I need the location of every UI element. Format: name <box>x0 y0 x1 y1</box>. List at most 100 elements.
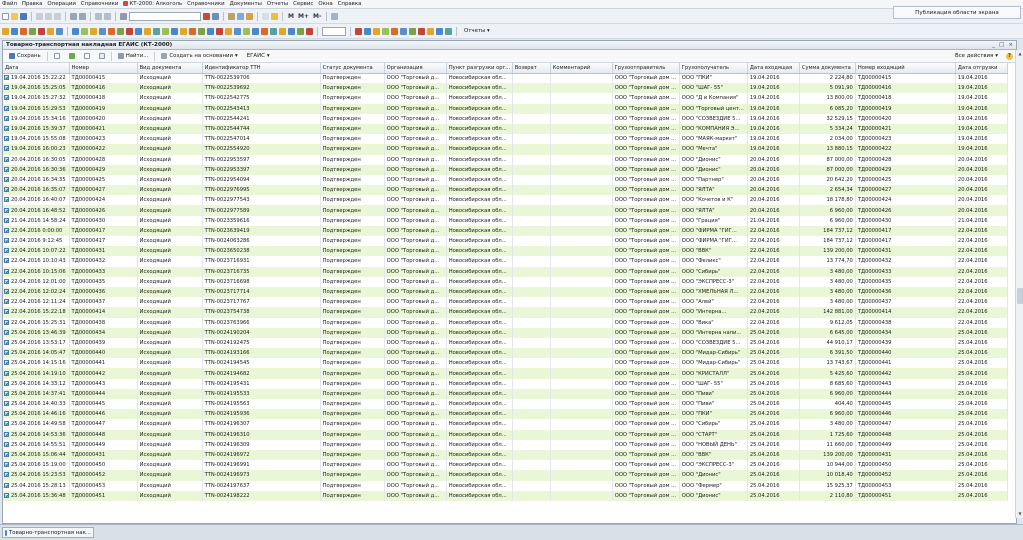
alcohol-icon[interactable] <box>355 27 362 35</box>
table-row[interactable]: 19.04.2016 15:55:08 ТД00000423 Исходящий TT… <box>3 134 1009 145</box>
list-icon[interactable] <box>400 27 407 35</box>
menu-reports[interactable]: Отчеты <box>267 1 288 7</box>
table-row[interactable]: 20.04.2016 16:30:05 ТД00000428 Исходящий TT… <box>3 154 1009 165</box>
scroll-down-icon[interactable]: ▼ <box>1017 511 1023 517</box>
table-row[interactable]: 20.04.2016 16:35:07 ТД00000427 Исходящий TT… <box>3 185 1009 196</box>
memory-plus-button[interactable]: M+ <box>298 13 309 20</box>
document-icon[interactable] <box>171 27 178 35</box>
document-icon[interactable] <box>436 27 443 35</box>
invoice-icon[interactable] <box>391 27 398 35</box>
window-title-bar[interactable]: Товарно-транспортная накладная ЕГАИС (КТ… <box>3 41 1016 50</box>
document-icon[interactable] <box>135 27 142 35</box>
table-row[interactable]: 22.04.2016 12:11:24 ТД00000437 Исходящий TT… <box>3 297 1009 308</box>
warehouse-icon[interactable] <box>29 27 36 35</box>
column-header[interactable]: Дата отгрузки <box>955 63 1009 74</box>
egais-icon[interactable] <box>418 27 425 35</box>
folder-icon[interactable] <box>427 27 434 35</box>
column-header[interactable]: Вид документа <box>137 63 203 74</box>
save-icon[interactable] <box>20 12 27 20</box>
column-header[interactable]: Грузополучатель <box>679 63 748 74</box>
table-icon[interactable] <box>243 27 250 35</box>
calendar-icon[interactable] <box>237 12 244 20</box>
undo-icon[interactable] <box>95 12 102 20</box>
table-row[interactable]: 22.04.2016 15:25:31 ТД00000438 Исходящий TT… <box>3 317 1009 328</box>
column-header[interactable]: Номер входящий <box>855 63 956 74</box>
table-row[interactable]: 20.04.2016 16:40:07 ТД00000424 Исходящий TT… <box>3 195 1009 206</box>
table-row[interactable]: 22.04.2016 12:01:00 ТД00000435 Исходящий TT… <box>3 276 1009 287</box>
receipt-icon[interactable] <box>297 27 304 35</box>
invoice-icon[interactable] <box>20 27 27 35</box>
column-header[interactable]: Организация <box>384 63 447 74</box>
menu-service[interactable]: Сервис <box>293 1 313 7</box>
table-row[interactable]: 19.04.2016 15:25:05 ТД00000416 Исходящий TT… <box>3 83 1009 94</box>
column-header[interactable]: Комментарий <box>550 63 613 74</box>
folder-icon[interactable] <box>2 27 9 35</box>
menu-windows[interactable]: Окна <box>318 1 332 7</box>
menu-kt2000[interactable]: КТ-2000: Алкоголь <box>123 1 182 7</box>
column-header[interactable]: Пункт разгрузки орг... <box>446 63 513 74</box>
help-icon[interactable]: ? <box>1006 52 1013 60</box>
table-row[interactable]: 22.04.2016 10:10:43 ТД00000432 Исходящий TT… <box>3 256 1009 267</box>
scrollbar-thumb[interactable] <box>1017 288 1023 304</box>
table-row[interactable]: 19.04.2016 15:27:32 ТД00000418 Исходящий TT… <box>3 93 1009 104</box>
folder-icon[interactable] <box>47 27 54 35</box>
document-icon[interactable] <box>288 27 295 35</box>
cut-icon[interactable] <box>36 12 43 20</box>
vertical-scrollbar[interactable]: ▲ ▼ <box>1015 50 1023 518</box>
reports-menu[interactable]: Отчеты ▾ <box>464 28 490 34</box>
document-icon[interactable] <box>252 27 259 35</box>
save-button[interactable]: Сохрань <box>6 52 44 61</box>
receipt-icon[interactable] <box>117 27 124 35</box>
delete-button[interactable] <box>81 52 93 61</box>
table-row[interactable]: 25.04.2016 15:23:53 ТД00000452 Исходящий TT… <box>3 470 1009 481</box>
all-actions-button[interactable]: Все действия ▾ <box>952 52 1001 61</box>
return-icon[interactable] <box>306 27 313 35</box>
warehouse-icon[interactable] <box>409 27 416 35</box>
open-icon[interactable] <box>11 12 18 20</box>
search-icon[interactable] <box>120 12 127 20</box>
lightbulb-icon[interactable] <box>271 12 278 20</box>
text-icon[interactable] <box>262 12 269 20</box>
table-icon[interactable] <box>382 27 389 35</box>
table-row[interactable]: 19.04.2016 15:29:53 ТД00000419 Исходящий TT… <box>3 103 1009 114</box>
column-header[interactable]: Грузоотправитель <box>612 63 680 74</box>
redo-icon[interactable] <box>104 12 111 20</box>
table-row[interactable]: 22.04.2016 10:07:22 ТД00000431 Исходящий TT… <box>3 246 1009 257</box>
report-icon[interactable] <box>198 27 205 35</box>
table-row[interactable]: 22.04.2016 0:00:00 ТД00000417 Исходящий TTN… <box>3 225 1009 236</box>
folder-icon[interactable] <box>144 27 151 35</box>
alcohol-icon[interactable] <box>38 27 45 35</box>
edit-button[interactable] <box>66 52 78 61</box>
table-row[interactable]: 25.04.2016 14:37:41 ТД00000444 Исходящий TT… <box>3 388 1009 399</box>
transfer-icon[interactable] <box>445 27 452 35</box>
transfer-icon[interactable] <box>270 27 277 35</box>
add-button[interactable] <box>51 52 63 61</box>
notes-icon[interactable] <box>246 12 253 20</box>
column-header[interactable]: Статус документа <box>320 63 385 74</box>
find-button[interactable]: Найти... <box>115 52 152 61</box>
table-row[interactable]: 25.04.2016 15:36:48 ТД00000451 Исходящий TT… <box>3 490 1009 501</box>
calculator-icon[interactable] <box>228 12 235 20</box>
table-row[interactable]: 20.04.2016 16:30:36 ТД00000429 Исходящий TT… <box>3 164 1009 175</box>
dropdown-icon[interactable] <box>203 12 210 20</box>
table-row[interactable]: 19.04.2016 16:00:23 ТД00000422 Исходящий TT… <box>3 144 1009 155</box>
table-row[interactable]: 25.04.2016 14:49:58 ТД00000447 Исходящий TT… <box>3 419 1009 430</box>
truck-icon[interactable] <box>108 27 115 35</box>
search-combo[interactable] <box>129 11 201 21</box>
transfer-icon[interactable] <box>153 27 160 35</box>
maximize-icon[interactable]: □ <box>999 42 1004 48</box>
print-icon[interactable] <box>70 12 77 20</box>
menu-documents[interactable]: Документы <box>230 1 262 7</box>
folder-icon[interactable] <box>373 27 380 35</box>
table-row[interactable]: 19.04.2016 15:34:16 ТД00000420 Исходящий TT… <box>3 113 1009 124</box>
table-row[interactable]: 19.04.2016 15:39:37 ТД00000421 Исходящий TT… <box>3 123 1009 135</box>
find-next-icon[interactable] <box>212 12 219 20</box>
table-row[interactable]: 25.04.2016 13:46:39 ТД00000434 Исходящий TT… <box>3 327 1009 338</box>
egais-button[interactable]: ЕГАИС ▾ <box>244 52 273 61</box>
folder-icon[interactable] <box>279 27 286 35</box>
memory-button[interactable]: M <box>288 13 294 20</box>
egais-icon[interactable] <box>216 27 223 35</box>
create-based-button[interactable]: Создать на основании ▾ <box>158 52 240 61</box>
menu-help[interactable]: Справка <box>338 1 362 7</box>
help-tool-icon[interactable] <box>331 12 339 20</box>
